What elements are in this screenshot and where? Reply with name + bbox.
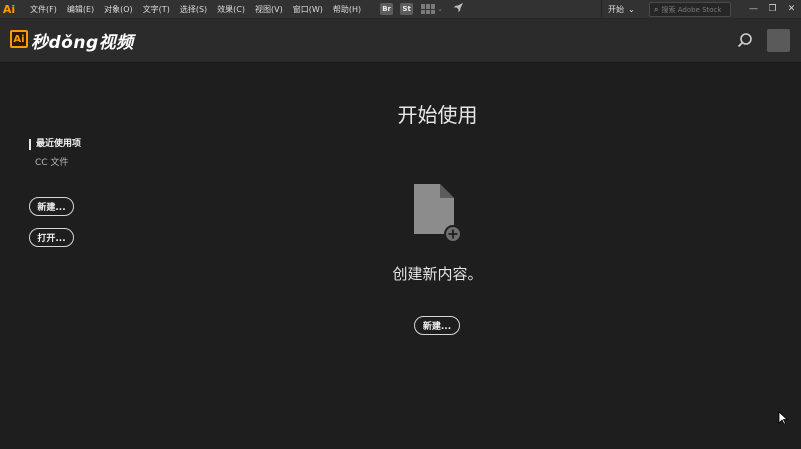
menu-select[interactable]: 选择(S) [175, 4, 212, 15]
menu-type[interactable]: 文字(T) [138, 4, 175, 15]
menu-effect[interactable]: 效果(C) [212, 4, 250, 15]
new-document-icon [412, 182, 464, 244]
page-title: 开始使用 [397, 103, 478, 127]
restore-button[interactable]: ❐ [763, 4, 782, 14]
arrange-documents-icon[interactable]: ⌄ [421, 4, 443, 14]
search-icon[interactable] [737, 32, 755, 50]
stock-icon[interactable]: St [400, 3, 414, 15]
sidebar-item-recent[interactable]: 最近使用项 [29, 139, 81, 150]
window-controls: — ❐ ✕ [744, 0, 801, 18]
mouse-cursor-icon [778, 410, 789, 425]
brand-watermark: 秒dǒng视频 [31, 33, 134, 53]
menu-file[interactable]: 文件(F) [25, 4, 62, 15]
main-new-button[interactable]: 新建... [414, 316, 460, 335]
stock-search-input[interactable]: ⌕ 搜索 Adobe Stock [649, 2, 731, 17]
menu-bar: Ai 文件(F) 编辑(E) 对象(O) 文字(T) 选择(S) 效果(C) 视… [0, 0, 801, 19]
rocket-icon[interactable] [453, 2, 464, 16]
illustrator-logo-icon: Ai [2, 2, 16, 16]
bridge-icon[interactable]: Br [380, 3, 394, 15]
workspace-switcher[interactable]: 开始 ⌄ [601, 0, 648, 18]
sidebar-new-button[interactable]: 新建... [29, 197, 74, 216]
chevron-down-icon: ⌄ [628, 4, 635, 14]
close-button[interactable]: ✕ [782, 4, 801, 14]
create-new-content-text: 创建新内容。 [392, 265, 483, 283]
sidebar-open-button[interactable]: 打开... [29, 228, 74, 247]
menu-view[interactable]: 视图(V) [250, 4, 288, 15]
minimize-button[interactable]: — [744, 4, 763, 14]
brand-ai-logo: Ai [10, 30, 28, 48]
menu-edit[interactable]: 编辑(E) [62, 4, 99, 15]
menu-items: 文件(F) 编辑(E) 对象(O) 文字(T) 选择(S) 效果(C) 视图(V… [25, 4, 366, 15]
stock-search-placeholder: 搜索 Adobe Stock [661, 5, 722, 14]
sidebar-item-cc-files[interactable]: CC 文件 [35, 155, 68, 168]
workspace-label: 开始 [608, 4, 624, 14]
search-icon: ⌕ [654, 4, 659, 14]
user-avatar[interactable] [767, 29, 790, 52]
menu-object[interactable]: 对象(O) [99, 4, 138, 15]
menu-help[interactable]: 帮助(H) [328, 4, 366, 15]
menu-window[interactable]: 窗口(W) [288, 4, 328, 15]
start-header: Ai 秒dǒng视频 [0, 19, 801, 63]
